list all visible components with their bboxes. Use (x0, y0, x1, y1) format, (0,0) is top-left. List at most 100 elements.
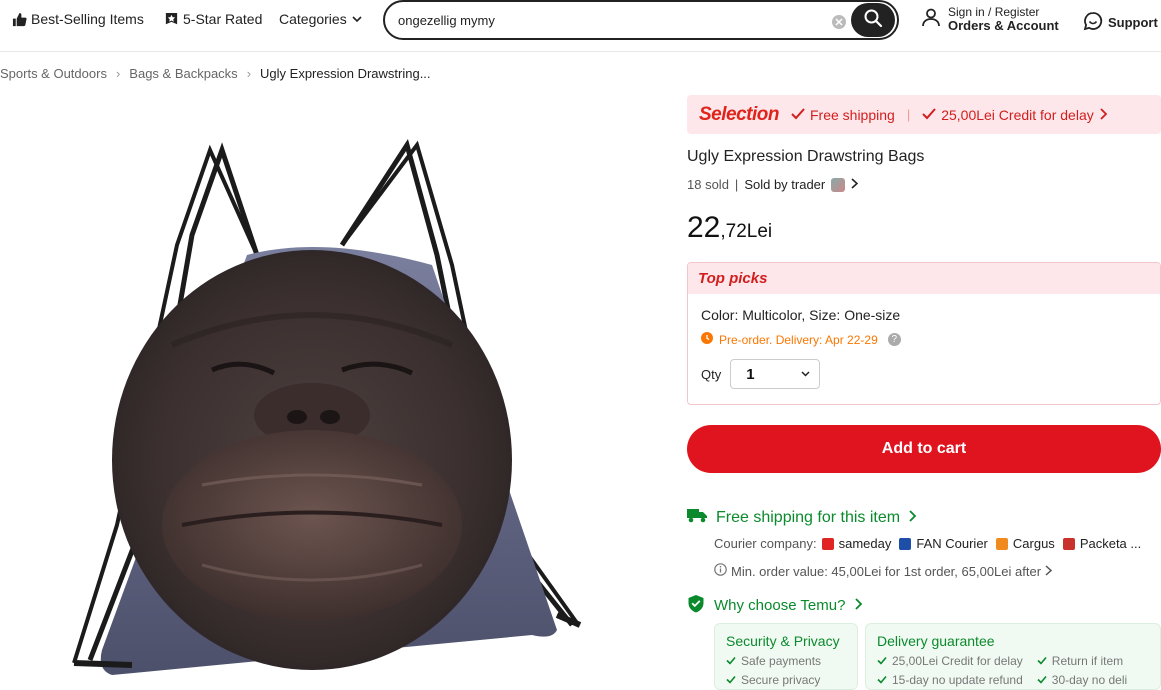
check-icon (1037, 654, 1047, 668)
info-icon (714, 563, 727, 579)
delivery-guarantee-card[interactable]: Delivery guarantee 25,00Lei Credit for d… (865, 623, 1161, 690)
seller-avatar[interactable] (831, 177, 846, 192)
free-shipping-link[interactable]: Free shipping for this item (687, 508, 917, 528)
search-bar[interactable]: ongezellig mymy (383, 0, 899, 40)
delivery-item-label: 25,00Lei Credit for delay (892, 654, 1023, 668)
delivery-item-label: Return if item (1051, 654, 1124, 668)
breadcrumb-item[interactable]: Bags & Backpacks (129, 66, 237, 81)
chevron-right-icon: › (115, 66, 121, 81)
why-choose-link[interactable]: Why choose Temu? (687, 594, 863, 617)
chevron-right-icon (908, 509, 917, 527)
color-label: Color: (701, 307, 739, 323)
security-privacy-card[interactable]: Security & Privacy Safe payments Secure … (714, 623, 858, 690)
courier-name: Cargus (1012, 536, 1055, 551)
breadcrumb-item[interactable]: Sports & Outdoors (0, 66, 107, 81)
sign-in-label: Sign in / Register (948, 5, 1040, 19)
star-badge-icon (164, 12, 179, 27)
truck-icon (687, 508, 708, 528)
search-icon (863, 8, 883, 33)
check-icon (1037, 673, 1047, 687)
color-value: Multicolor, (742, 307, 806, 323)
search-button[interactable] (851, 3, 895, 37)
quantity-row: Qty 1 (701, 359, 901, 389)
categories-label: Categories (279, 11, 347, 27)
clock-icon (701, 332, 713, 347)
cargus-logo-icon (995, 537, 1008, 550)
courier-label: Courier company: (714, 536, 817, 551)
product-image[interactable] (12, 95, 633, 690)
min-order-info[interactable]: Min. order value: 45,00Lei for 1st order… (714, 563, 1053, 579)
top-picks-panel: Top picks Color: Multicolor, Size: One-s… (687, 262, 1161, 405)
chevron-down-icon (800, 366, 811, 383)
delivery-title: Delivery guarantee (877, 633, 995, 649)
seller-label[interactable]: Sold by trader (744, 177, 825, 192)
security-title: Security & Privacy (726, 633, 840, 649)
fan-courier-logo-icon (899, 537, 912, 550)
user-icon (921, 7, 941, 32)
qty-label: Qty (701, 366, 722, 382)
product-title: Ugly Expression Drawstring Bags (687, 148, 925, 165)
security-item-label: Secure privacy (741, 673, 821, 687)
security-item: Secure privacy (726, 673, 857, 687)
check-icon (791, 107, 805, 123)
price-fraction: ,72Lei (720, 221, 773, 242)
sameday-logo-icon (821, 537, 834, 550)
header: Best-Selling Items 5-Star Rated Categori… (0, 0, 1161, 52)
five-star-link[interactable]: 5-Star Rated (164, 11, 262, 27)
delay-credit-badge: 25,00Lei Credit for delay (922, 106, 1108, 123)
help-icon[interactable]: ? (887, 333, 901, 346)
delivery-item: 15-day no update refund (877, 673, 1023, 687)
free-shipping-badge: Free shipping (791, 107, 895, 123)
chevron-right-icon (1045, 564, 1053, 579)
add-to-cart-button[interactable]: Add to cart (687, 425, 1161, 473)
chevron-right-icon (854, 597, 863, 614)
check-icon (726, 654, 736, 668)
support-label: Support (1108, 15, 1158, 30)
top-picks-header: Top picks (688, 263, 1160, 294)
check-icon (922, 107, 936, 123)
preorder-text: Pre-order. Delivery: Apr 22-29 (719, 332, 878, 347)
chevron-right-icon (1099, 107, 1108, 123)
divider: | (906, 107, 911, 122)
clear-search-icon[interactable] (832, 15, 846, 29)
size-value: One-size (844, 307, 901, 323)
best-selling-label: Best-Selling Items (31, 11, 144, 27)
account-menu[interactable]: Sign in / Register Orders & Account (921, 5, 1059, 33)
size-label: Size: (809, 307, 841, 323)
delivery-item-label: 30-day no deli (1051, 673, 1128, 687)
divider: | (734, 177, 739, 192)
security-item-label: Safe payments (741, 654, 822, 668)
best-selling-link[interactable]: Best-Selling Items (12, 11, 144, 27)
delivery-item: 25,00Lei Credit for delay (877, 654, 1023, 668)
check-icon (877, 673, 887, 687)
chevron-right-icon: › (246, 66, 252, 81)
check-icon (726, 673, 736, 687)
price-integer: 22 (687, 211, 721, 244)
courier-name: FAN Courier (916, 536, 988, 551)
chevron-right-icon[interactable] (851, 177, 859, 192)
check-icon (877, 654, 887, 668)
delay-credit-label: 25,00Lei Credit for delay (941, 106, 1094, 123)
free-shipping-label: Free shipping (809, 106, 895, 123)
price: 22,72Lei (687, 211, 772, 245)
categories-menu[interactable]: Categories (279, 11, 363, 27)
support-link[interactable]: Support (1083, 11, 1158, 34)
qty-value: 1 (746, 365, 755, 383)
product-meta: 18 sold | Sold by trader (687, 177, 859, 192)
security-item: Safe payments (726, 654, 857, 668)
breadcrumb: Sports & Outdoors › Bags & Backpacks › U… (0, 66, 431, 81)
delivery-item-label: 15-day no update refund (892, 673, 1023, 687)
breadcrumb-current[interactable]: Ugly Expression Drawstring... (260, 66, 431, 81)
delivery-item: 30-day no deli (1037, 673, 1127, 687)
shield-check-icon (687, 594, 705, 617)
chat-bubble-icon (1083, 11, 1103, 34)
preorder-notice: Pre-order. Delivery: Apr 22-29 ? (701, 332, 901, 347)
selection-brand: Selection (699, 103, 779, 125)
courier-list: Courier company: sameday FAN Courier Car… (714, 536, 1144, 551)
variant-summary[interactable]: Color: Multicolor, Size: One-size (701, 307, 901, 323)
quantity-select[interactable]: 1 (730, 359, 821, 389)
selection-banner[interactable]: Selection Free shipping | 25,00Lei Credi… (687, 95, 1161, 134)
search-input[interactable]: ongezellig mymy (398, 13, 495, 28)
thumbs-up-icon (12, 12, 27, 27)
courier-name: Packeta ... (1079, 536, 1142, 551)
